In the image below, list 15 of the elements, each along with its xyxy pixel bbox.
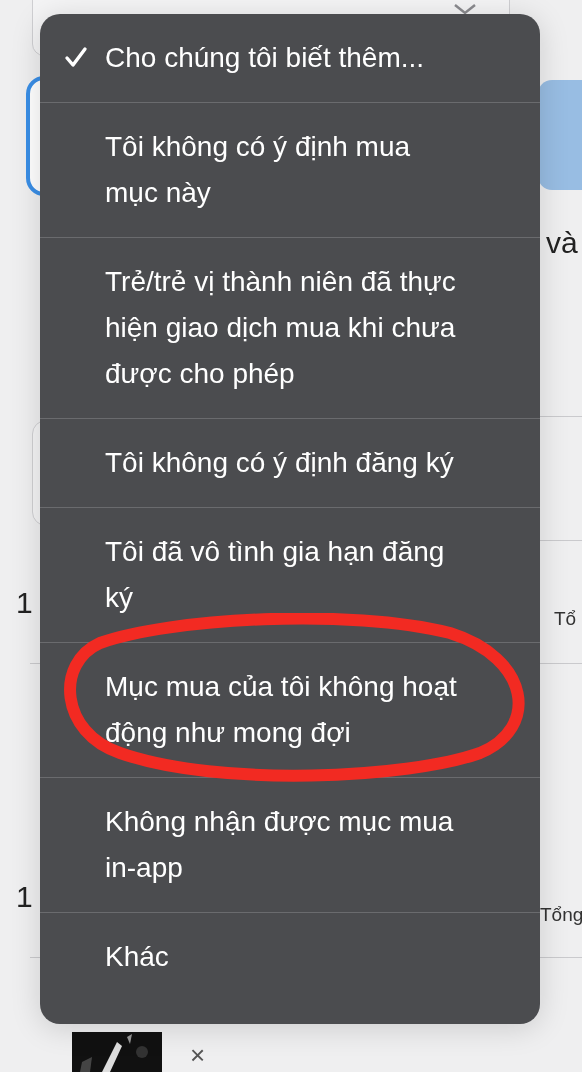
menu-item[interactable]: Trẻ/trẻ vị thành niên đã thực hiện giao dịch mua khi chưa được cho phép: [40, 238, 540, 419]
menu-item[interactable]: Tôi đã vô tình gia hạn đăng ký: [40, 508, 540, 643]
menu-item[interactable]: Khác: [40, 913, 540, 1001]
heading-text: và: [546, 226, 578, 260]
number-text: 1: [16, 586, 33, 620]
menu-item[interactable]: Mục mua của tôi không hoạt động như mong đợi: [40, 643, 540, 778]
number-text: 1: [16, 880, 33, 914]
menu-item[interactable]: Tôi không có ý định mua mục này: [40, 103, 540, 238]
total-label: Tổng: [540, 904, 582, 926]
menu-item[interactable]: Không nhận được mục mua in-app: [40, 778, 540, 913]
menu-item[interactable]: Cho chúng tôi biết thêm...: [40, 14, 540, 103]
menu-item[interactable]: Tôi không có ý định đăng ký: [40, 419, 540, 508]
total-label: Tổ: [554, 608, 577, 630]
close-icon[interactable]: ×: [190, 1040, 206, 1071]
chevron-icon: [453, 3, 477, 15]
